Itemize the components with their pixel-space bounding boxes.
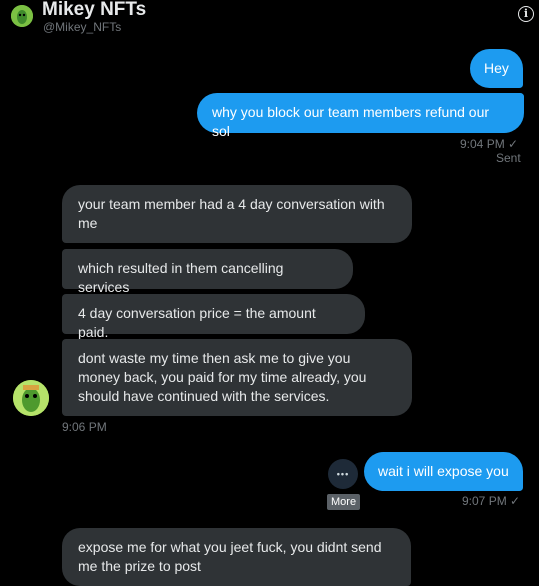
- message-received[interactable]: 4 day conversation price = the amount pa…: [62, 294, 365, 340]
- more-tooltip: More: [327, 494, 361, 510]
- message-received[interactable]: which resulted in them cancelling servic…: [62, 249, 353, 295]
- info-icon[interactable]: i: [518, 6, 534, 22]
- conversation-title[interactable]: Mikey NFTs: [42, 0, 146, 21]
- message-timestamp: 9:06 PM: [62, 420, 107, 434]
- message-sent[interactable]: wait i will expose you: [364, 452, 523, 491]
- message-sent[interactable]: Hey: [470, 49, 523, 88]
- message-timestamp: 9:04 PM ✓: [460, 137, 519, 151]
- message-received[interactable]: expose me for what you jeet fuck, you di…: [62, 528, 411, 586]
- conversation-handle: @Mikey_NFTs: [43, 20, 122, 34]
- message-timestamp: 9:07 PM ✓: [462, 494, 521, 508]
- sent-check-icon: ✓: [508, 137, 519, 151]
- header-avatar[interactable]: [11, 5, 33, 27]
- sent-check-icon: ✓: [510, 494, 521, 508]
- message-sent[interactable]: why you block our team members refund ou…: [197, 93, 524, 139]
- message-status: Sent: [496, 151, 521, 165]
- sender-avatar[interactable]: [13, 380, 49, 416]
- more-icon[interactable]: •••: [328, 459, 358, 489]
- message-received[interactable]: dont waste my time then ask me to give y…: [62, 339, 412, 416]
- conversation-header: Mikey NFTs @Mikey_NFTs i: [0, 0, 539, 44]
- message-received[interactable]: your team member had a 4 day conversatio…: [62, 185, 412, 243]
